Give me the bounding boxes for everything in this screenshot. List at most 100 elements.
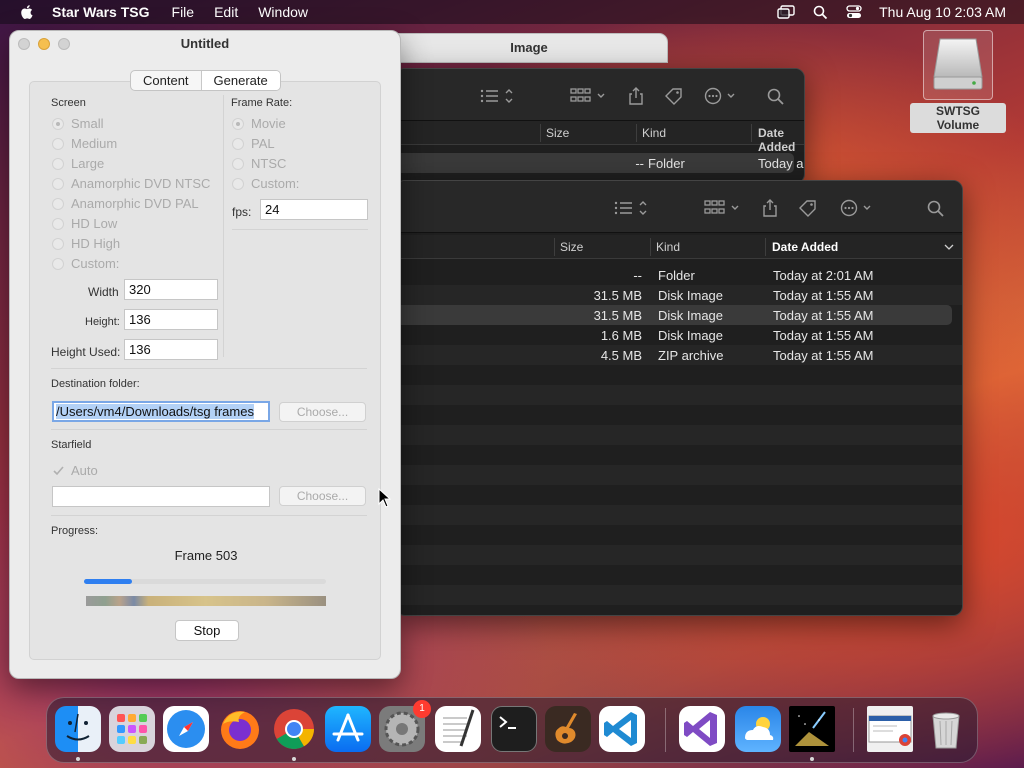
column-size[interactable]: Size [560, 240, 583, 254]
share-icon[interactable] [626, 87, 646, 105]
radio-fps-pal[interactable]: PAL [232, 136, 275, 151]
radio-screen-medium[interactable]: Medium [52, 136, 117, 151]
fps-field[interactable]: 24 [260, 199, 368, 220]
weather-icon[interactable] [735, 706, 781, 752]
screen-label: Screen [51, 97, 86, 109]
safari-icon[interactable] [163, 706, 209, 752]
control-center-icon[interactable] [845, 4, 863, 20]
radio-screen-custom[interactable]: Custom: [52, 256, 119, 271]
column-date-added[interactable]: Date Added [772, 240, 838, 254]
tab-generate[interactable]: Generate [200, 71, 280, 90]
finder-window-front[interactable]: Size Kind Date Added -- Folder Today at … [395, 180, 963, 616]
column-kind[interactable]: Kind [656, 240, 680, 254]
apple-icon[interactable] [18, 3, 36, 21]
group-icon[interactable] [570, 87, 608, 105]
finder-file-list: -- Folder Today at 2:01 AM 31.5 MB Disk … [396, 265, 962, 605]
starfield-path-field[interactable] [52, 486, 270, 507]
empty-row [396, 545, 962, 565]
terminal-icon[interactable] [491, 706, 537, 752]
starfield-choose-button[interactable]: Choose... [279, 486, 366, 506]
empty-row [396, 585, 962, 605]
finder-front-column-header: Size Kind Date Added [396, 235, 962, 259]
launchpad-icon[interactable] [109, 706, 155, 752]
table-row[interactable]: 4.5 MB ZIP archive Today at 1:55 AM [396, 345, 962, 365]
tab-content[interactable]: Content [131, 71, 201, 90]
row-kind: ZIP archive [658, 348, 724, 363]
star-wars-tsg-icon[interactable] [789, 706, 835, 752]
width-label: Width [88, 285, 119, 299]
radio-screen-small[interactable]: Small [52, 116, 104, 131]
radio-screen-anamorphic-pal[interactable]: Anamorphic DVD PAL [52, 196, 199, 211]
settings-badge: 1 [413, 700, 431, 718]
finder-icon[interactable] [55, 706, 101, 752]
radio-screen-large[interactable]: Large [52, 156, 104, 171]
radio-fps-ntsc[interactable]: NTSC [232, 156, 286, 171]
height-field[interactable]: 136 [124, 309, 218, 330]
destination-path-text: /Users/vm4/Downloads/tsg frames [56, 404, 254, 419]
untitled-titlebar[interactable]: Untitled [10, 31, 400, 57]
untitled-window[interactable]: Untitled Content Generate Screen Small M… [9, 30, 401, 679]
width-field[interactable]: 320 [124, 279, 218, 300]
sort-chevron-icon[interactable] [944, 243, 954, 251]
row-kind: Disk Image [658, 328, 724, 343]
tag-icon[interactable] [664, 87, 684, 105]
list-view-icon[interactable] [480, 87, 516, 105]
search-icon[interactable] [926, 199, 946, 217]
desktop-volume[interactable]: SWTSG Volume [910, 30, 1006, 133]
search-icon[interactable] [766, 87, 786, 105]
chrome-icon[interactable] [271, 706, 317, 752]
window-title: Untitled [180, 36, 230, 51]
radio-fps-movie[interactable]: Movie [232, 116, 286, 131]
app-name-menu[interactable]: Star Wars TSG [52, 4, 150, 20]
table-row[interactable]: 31.5 MB Disk Image Today at 1:55 AM [396, 285, 962, 305]
table-row[interactable]: -- Folder Today at 2:01 AM [396, 265, 962, 285]
trash-icon[interactable] [923, 706, 969, 752]
vscode-icon[interactable] [599, 706, 645, 752]
radio-screen-hd-high[interactable]: HD High [52, 236, 120, 251]
finder-back-toolbar [396, 69, 804, 121]
frame-rate-label: Frame Rate: [231, 97, 293, 109]
firefox-icon[interactable] [217, 706, 263, 752]
visual-studio-icon[interactable] [679, 706, 725, 752]
more-actions-icon[interactable] [840, 199, 876, 217]
starfield-auto-checkbox[interactable]: Auto [52, 463, 98, 478]
column-date-added[interactable]: Date Added [758, 126, 804, 154]
menu-window[interactable]: Window [258, 4, 308, 20]
share-icon[interactable] [760, 199, 780, 217]
menu-edit[interactable]: Edit [214, 4, 238, 20]
frame-preview-strip [86, 596, 326, 606]
app-store-icon[interactable] [325, 706, 371, 752]
group-icon[interactable] [704, 199, 742, 217]
progress-bar [84, 579, 326, 584]
row-kind: Folder [658, 268, 695, 283]
destination-choose-button[interactable]: Choose... [279, 402, 366, 422]
menu-clock[interactable]: Thu Aug 10 2:03 AM [879, 4, 1006, 20]
system-settings-icon[interactable]: 1 [379, 700, 431, 752]
column-kind[interactable]: Kind [642, 126, 666, 140]
screen-mirroring-icon[interactable] [777, 4, 795, 20]
row-kind: Disk Image [658, 288, 724, 303]
garageband-icon[interactable] [545, 706, 591, 752]
row-date: Today at 2:01 AM [773, 268, 874, 283]
radio-fps-custom[interactable]: Custom: [232, 176, 299, 191]
more-actions-icon[interactable] [704, 87, 740, 105]
radio-screen-hd-low[interactable]: HD Low [52, 216, 117, 231]
preview-window-icon[interactable] [867, 706, 913, 752]
column-size[interactable]: Size [546, 126, 569, 140]
table-row[interactable]: 31.5 MB Disk Image Today at 1:55 AM [396, 305, 952, 325]
destination-path-field[interactable]: /Users/vm4/Downloads/tsg frames [52, 401, 270, 422]
finder-window-back[interactable]: Size Kind Date Added -- Folder Today a [395, 68, 805, 184]
tag-icon[interactable] [798, 199, 818, 217]
textedit-icon[interactable] [435, 706, 481, 752]
table-row[interactable]: 1.6 MB Disk Image Today at 1:55 AM [396, 325, 962, 345]
row-size: -- [635, 156, 644, 171]
table-row[interactable]: -- Folder Today a [396, 153, 804, 173]
menu-bar: Star Wars TSG File Edit Window Thu Aug 1… [0, 0, 1024, 24]
list-view-icon[interactable] [614, 199, 650, 217]
image-window-titlebar[interactable]: Image [390, 33, 668, 63]
radio-screen-anamorphic-ntsc[interactable]: Anamorphic DVD NTSC [52, 176, 210, 191]
menu-file[interactable]: File [172, 4, 195, 20]
stop-button[interactable]: Stop [175, 620, 239, 641]
height-used-field[interactable]: 136 [124, 339, 218, 360]
search-icon[interactable] [811, 4, 829, 20]
